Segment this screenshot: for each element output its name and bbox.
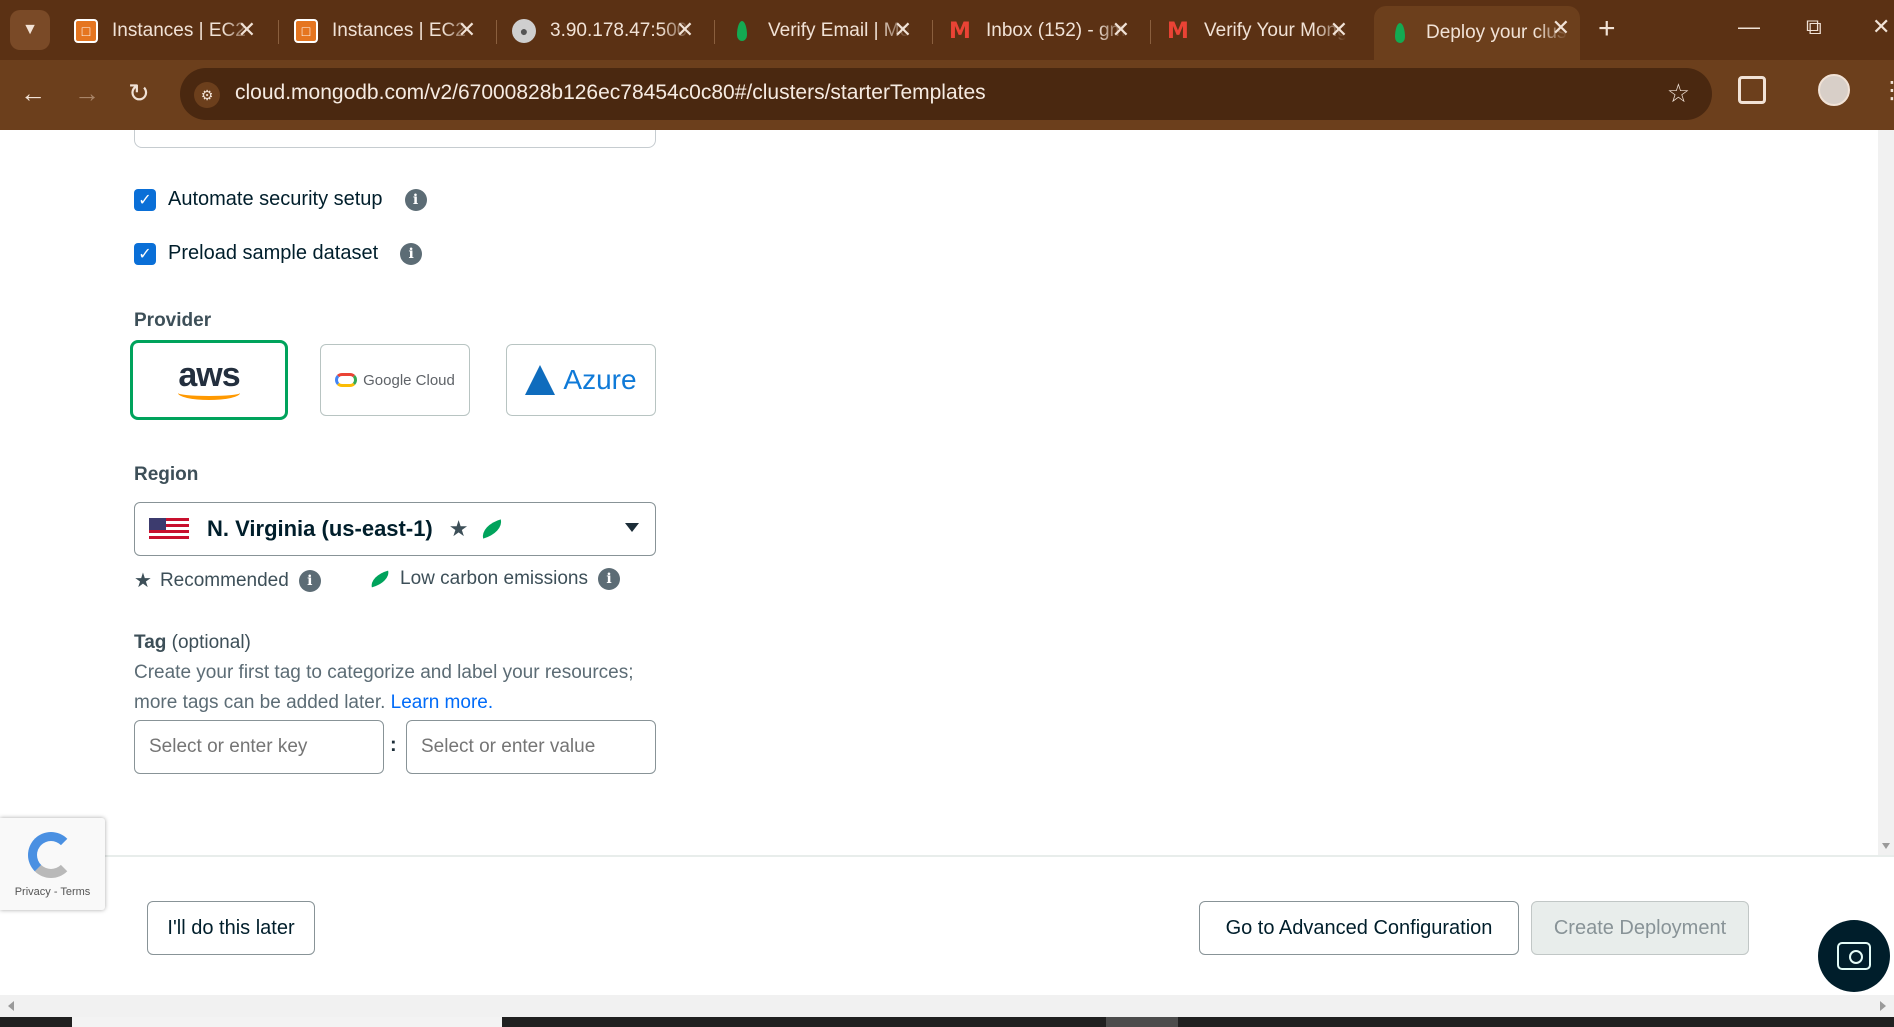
recaptcha-icon: [24, 830, 80, 880]
horizontal-scrollbar[interactable]: [0, 995, 1894, 1017]
browser-tab[interactable]: □ Instances | EC2 ✕: [280, 8, 486, 54]
browser-tab-strip: ▼ □ Instances | EC2 ✕ □ Instances | EC2 …: [0, 0, 1894, 60]
aws-logo: aws: [178, 358, 241, 400]
mongodb-leaf-icon: [1388, 21, 1412, 45]
provider-aws[interactable]: aws: [130, 340, 288, 420]
info-icon[interactable]: i: [400, 242, 423, 265]
back-arrow-icon[interactable]: ←: [20, 80, 46, 106]
mongodb-leaf-icon: [730, 19, 754, 43]
info-icon[interactable]: i: [298, 569, 321, 592]
region-selected-value: N. Virginia (us-east-1): [207, 516, 433, 541]
advanced-configuration-button[interactable]: Go to Advanced Configuration: [1199, 901, 1519, 955]
legend-recommended: ★ Recommended i: [134, 568, 321, 593]
browser-tab[interactable]: Verify Email | MongoDB ✕: [716, 8, 922, 54]
close-tab-icon[interactable]: ✕: [238, 19, 256, 41]
new-tab-icon[interactable]: +: [1598, 14, 1616, 44]
preload-sample-option[interactable]: ✓ Preload sample dataset i: [134, 242, 423, 265]
chevron-down-icon: [625, 523, 639, 532]
azure-logo: Azure: [525, 364, 637, 396]
close-tab-icon[interactable]: ✕: [676, 19, 694, 41]
reload-icon[interactable]: ↻: [128, 80, 150, 106]
tab-title: Deploy your cluster: [1426, 22, 1568, 43]
close-tab-icon[interactable]: ✕: [458, 19, 476, 41]
tab-search-button[interactable]: ▼: [10, 10, 50, 50]
tag-value-input[interactable]: [406, 720, 656, 774]
page-content: ✓ Automate security setup i ✓ Preload sa…: [0, 130, 1878, 857]
automate-security-checkbox[interactable]: ✓: [134, 188, 156, 211]
gmail-icon: M: [949, 18, 971, 44]
recaptcha-badge[interactable]: Privacy - Terms: [0, 818, 105, 910]
browser-menu-icon[interactable]: ⋮: [1880, 76, 1894, 105]
preload-sample-label: Preload sample dataset: [168, 242, 379, 264]
aws-ec2-icon: □: [294, 19, 318, 43]
legend-recommended-label: Recommended: [159, 569, 289, 591]
tag-separator: :: [390, 734, 397, 756]
globe-icon: ●: [512, 19, 536, 43]
browser-toolbar: ← → ↻ ⚙ cloud.mongodb.com/v2/67000828b12…: [0, 60, 1894, 130]
provider-label: Provider: [134, 310, 212, 331]
minimize-icon[interactable]: —: [1738, 14, 1760, 40]
provider-azure[interactable]: Azure: [506, 344, 656, 416]
tab-title: Instances | EC2: [112, 20, 246, 41]
region-label: Region: [134, 464, 199, 485]
legend-low-carbon: Low carbon emissions i: [368, 568, 620, 590]
close-tab-icon[interactable]: ✕: [1330, 19, 1348, 41]
taskbar: [0, 1017, 1894, 1027]
star-icon: ★: [134, 570, 152, 592]
vertical-scrollbar[interactable]: [1878, 130, 1894, 857]
recaptcha-links[interactable]: Privacy - Terms: [0, 886, 105, 898]
tab-title: Inbox (152) - gmail: [986, 20, 1128, 41]
automate-security-label: Automate security setup: [168, 188, 383, 210]
browser-tab[interactable]: M Inbox (152) - gmail ✕: [934, 8, 1140, 54]
aws-ec2-icon: □: [74, 19, 98, 43]
tab-title: Verify Email | MongoDB: [768, 20, 910, 41]
automate-security-option[interactable]: ✓ Automate security setup i: [134, 188, 427, 211]
forward-arrow-icon[interactable]: →: [74, 80, 100, 106]
browser-tab[interactable]: □ Instances | EC2 ✕: [60, 8, 266, 54]
close-window-icon[interactable]: ✕: [1872, 14, 1890, 40]
info-icon[interactable]: i: [404, 188, 427, 211]
recommended-star-icon: ★: [448, 516, 469, 541]
browser-tab[interactable]: ● 3.90.178.47:5000 ✕: [498, 8, 704, 54]
browser-tab-active[interactable]: Deploy your cluster ✕: [1374, 6, 1580, 60]
chat-support-button[interactable]: [1818, 920, 1890, 992]
url-text: cloud.mongodb.com/v2/67000828b126ec78454…: [235, 81, 986, 104]
footer-actions: I'll do this later Go to Advanced Config…: [0, 855, 1894, 995]
close-tab-icon[interactable]: ✕: [1552, 17, 1570, 39]
leaf-icon: [368, 570, 392, 588]
cluster-name-input[interactable]: [134, 130, 656, 148]
optional-label: (optional): [171, 632, 251, 653]
bookmark-star-icon[interactable]: ☆: [1667, 78, 1690, 109]
site-settings-icon[interactable]: ⚙: [194, 82, 220, 108]
restore-icon[interactable]: ⧉: [1806, 14, 1822, 40]
close-tab-icon[interactable]: ✕: [894, 19, 912, 41]
region-select[interactable]: N. Virginia (us-east-1) ★: [134, 502, 656, 556]
tag-label: Tag (optional): [134, 632, 251, 653]
learn-more-link[interactable]: Learn more.: [391, 692, 493, 713]
tab-title: Verify Your MongoDB: [1204, 20, 1346, 41]
provider-google-cloud[interactable]: Google Cloud: [320, 344, 470, 416]
preload-sample-checkbox[interactable]: ✓: [134, 242, 156, 265]
us-flag-icon: [149, 518, 189, 540]
tag-key-input[interactable]: [134, 720, 384, 774]
profile-avatar[interactable]: [1818, 74, 1850, 106]
info-icon[interactable]: i: [597, 568, 620, 590]
create-deployment-button[interactable]: Create Deployment: [1531, 901, 1749, 955]
low-carbon-leaf-icon: [479, 519, 504, 539]
extensions-icon[interactable]: [1738, 76, 1766, 104]
tag-description: Create your first tag to categorize and …: [134, 662, 634, 713]
legend-low-carbon-label: Low carbon emissions: [400, 568, 588, 589]
tab-title: Instances | EC2: [332, 20, 466, 41]
tab-title: 3.90.178.47:5000: [550, 20, 692, 41]
google-cloud-logo: Google Cloud: [335, 372, 455, 389]
gmail-icon: M: [1167, 18, 1189, 44]
chat-icon: [1837, 942, 1871, 970]
browser-tab[interactable]: M Verify Your MongoDB ✕: [1152, 8, 1358, 54]
address-bar[interactable]: ⚙ cloud.mongodb.com/v2/67000828b126ec784…: [180, 68, 1712, 120]
close-tab-icon[interactable]: ✕: [1112, 19, 1130, 41]
do-later-button[interactable]: I'll do this later: [147, 901, 315, 955]
